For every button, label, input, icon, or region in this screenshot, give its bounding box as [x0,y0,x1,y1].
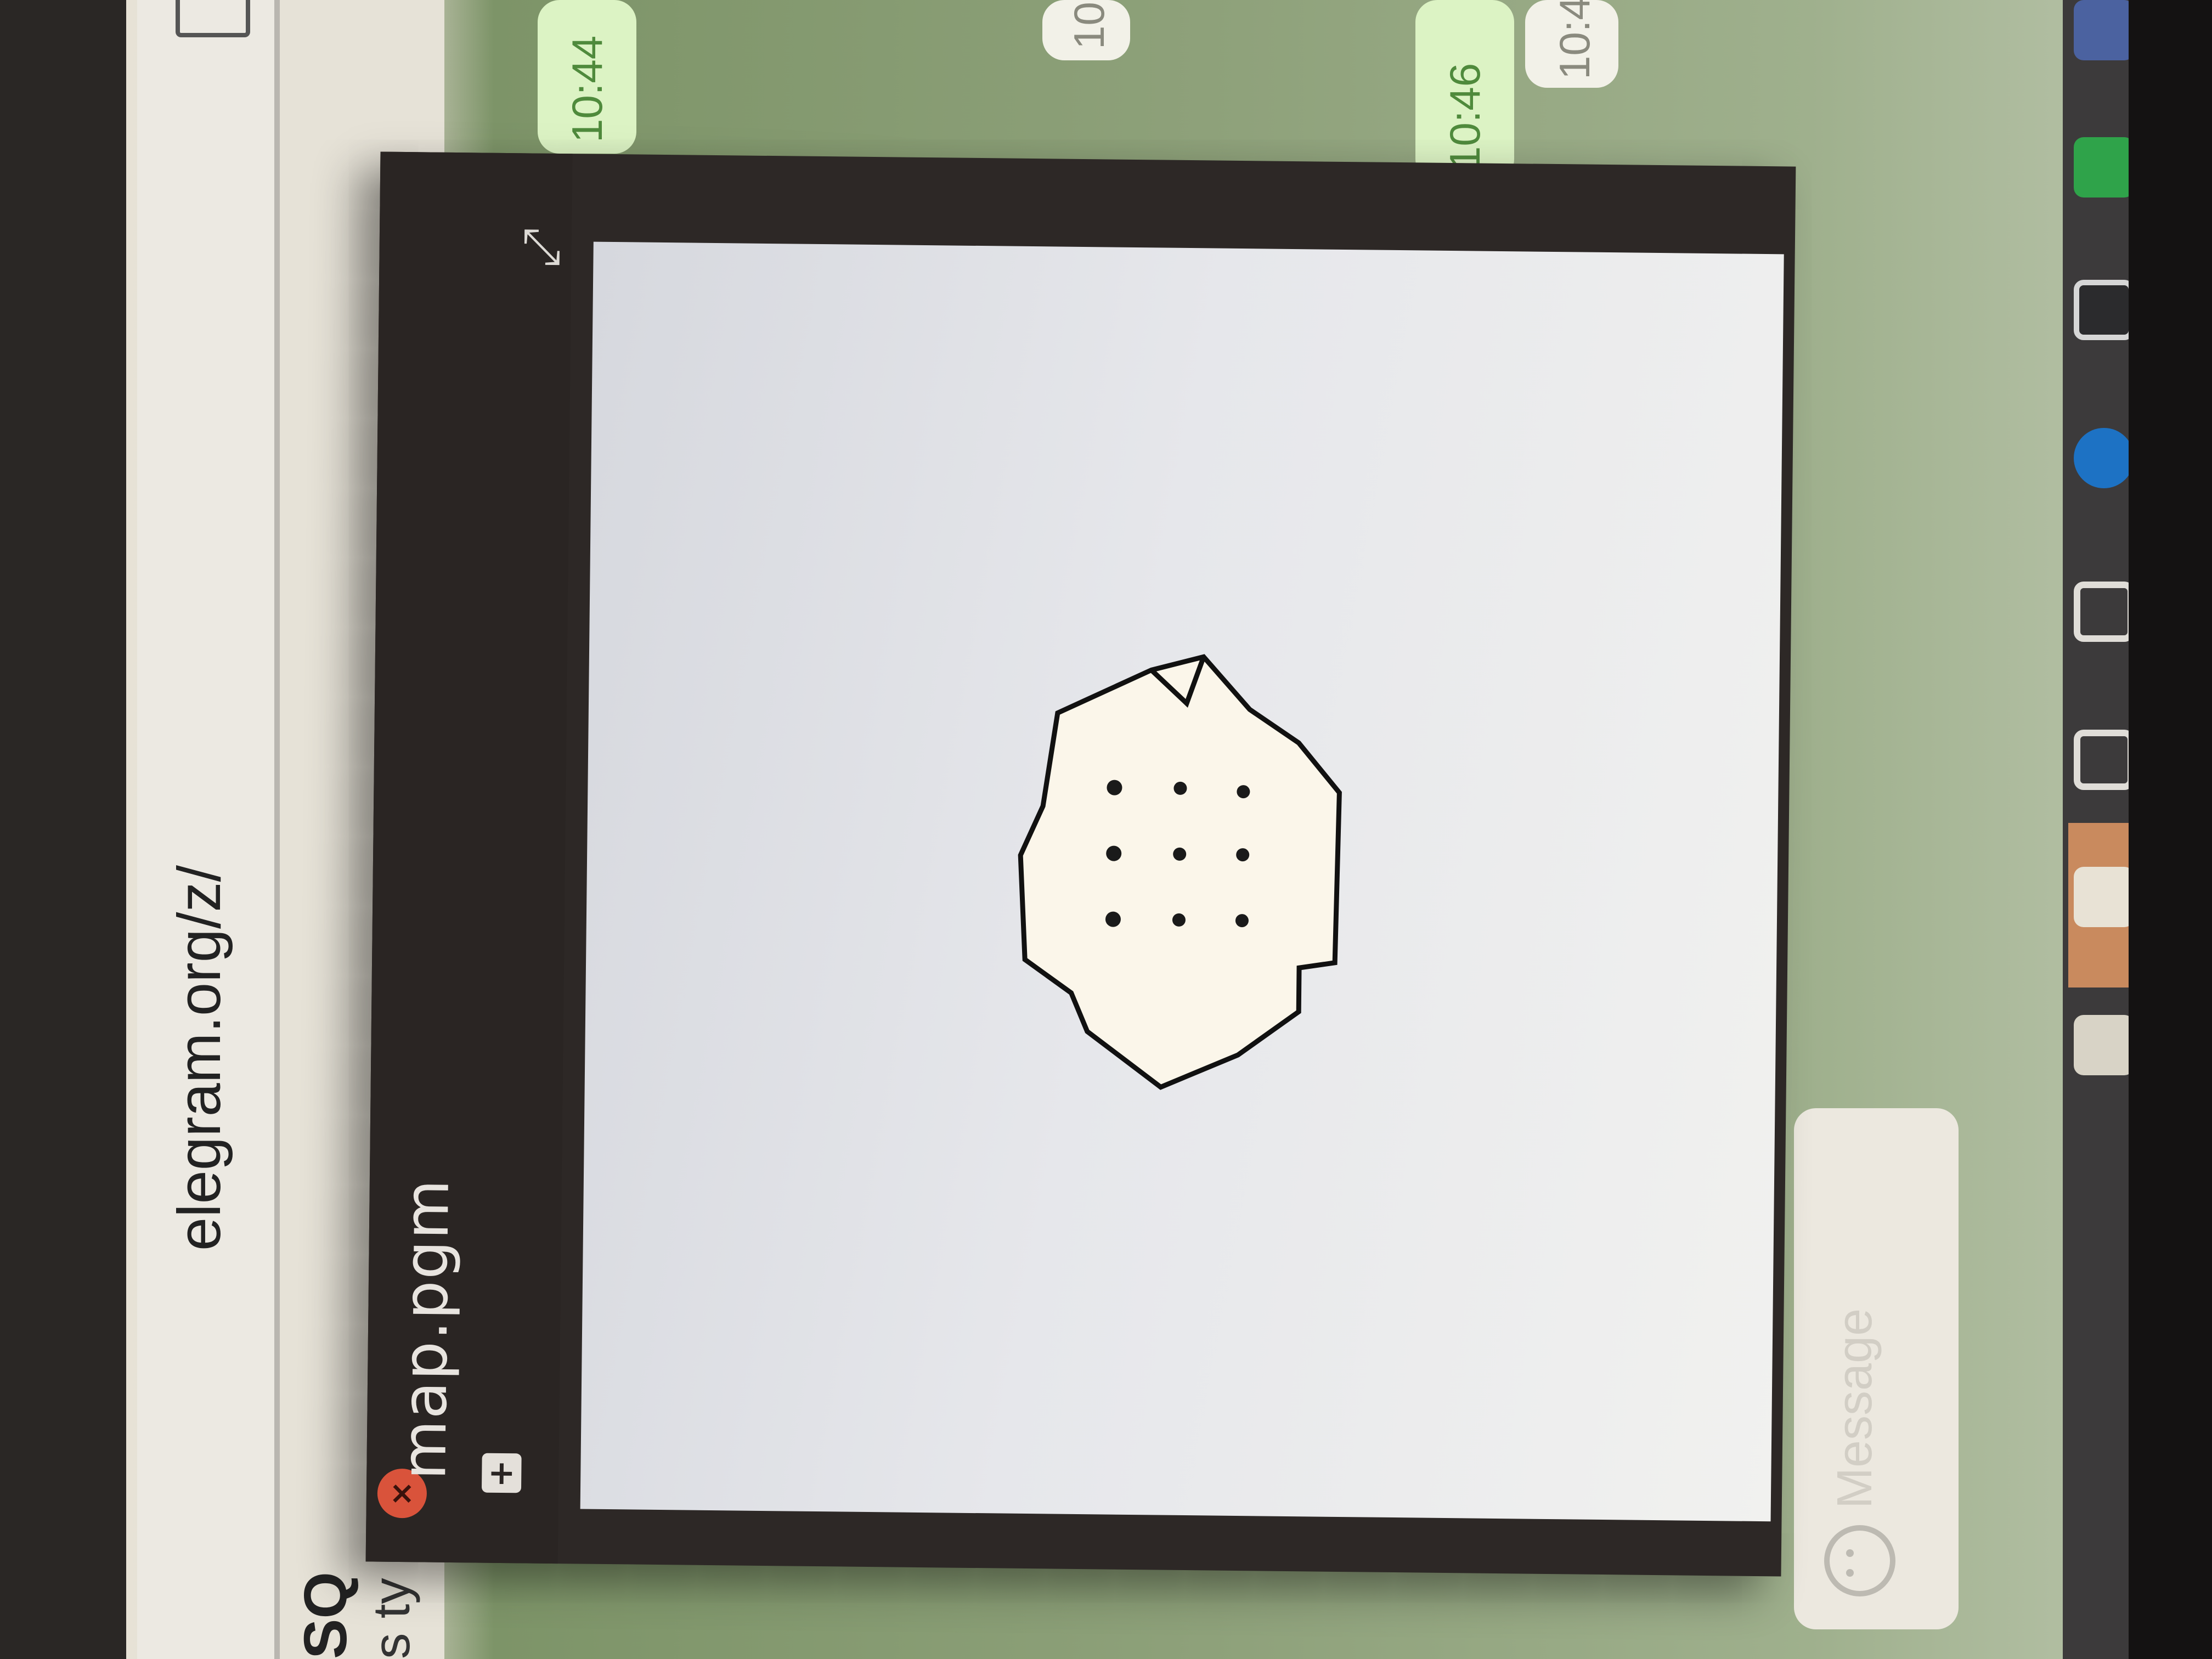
file-manager-icon[interactable] [2074,1015,2134,1075]
vscode-icon[interactable] [2074,280,2134,340]
message-input-placeholder[interactable]: Message [1827,1308,1883,1509]
folder-icon[interactable] [2074,867,2134,927]
message-time: 10:44 [563,35,611,143]
map-free-area [1018,654,1342,1090]
package-icon[interactable] [2074,730,2134,790]
url-text[interactable]: elegram.org/z/ [165,865,234,1251]
message-time: 10:4 [1550,0,1599,80]
message-time: 10 [1065,2,1113,49]
package-icon[interactable] [2074,582,2134,642]
window-title: map.pgm [388,1178,463,1481]
menu-icon[interactable] [176,0,250,37]
chat-title: SQ [292,1572,359,1659]
message-bubble-out[interactable]: 10:44 [538,0,636,154]
message-bubble-out[interactable]: 10:46 [1415,0,1514,181]
monitor-bezel [2129,0,2212,1659]
image-viewer-window: × map.pgm + ⤡ [365,151,1796,1577]
message-composer[interactable]: Message [1794,1108,1959,1629]
map-image [580,241,1784,1522]
message-bubble-in[interactable]: 10:4 [1525,0,1618,88]
message-bubble-in[interactable]: 10 [1042,0,1130,60]
address-bar[interactable] [137,0,280,1659]
facebook-icon[interactable] [2074,0,2134,60]
fullscreen-icon[interactable]: ⤡ [511,216,572,277]
add-button[interactable]: + [481,1453,522,1493]
terminal-icon[interactable] [2074,137,2134,198]
chat-status: s ty [363,1578,421,1659]
occupancy-map [1018,654,1342,1090]
emoji-icon[interactable] [1824,1525,1895,1596]
message-time: 10:46 [1441,63,1489,170]
teamviewer-icon[interactable] [2074,428,2134,488]
